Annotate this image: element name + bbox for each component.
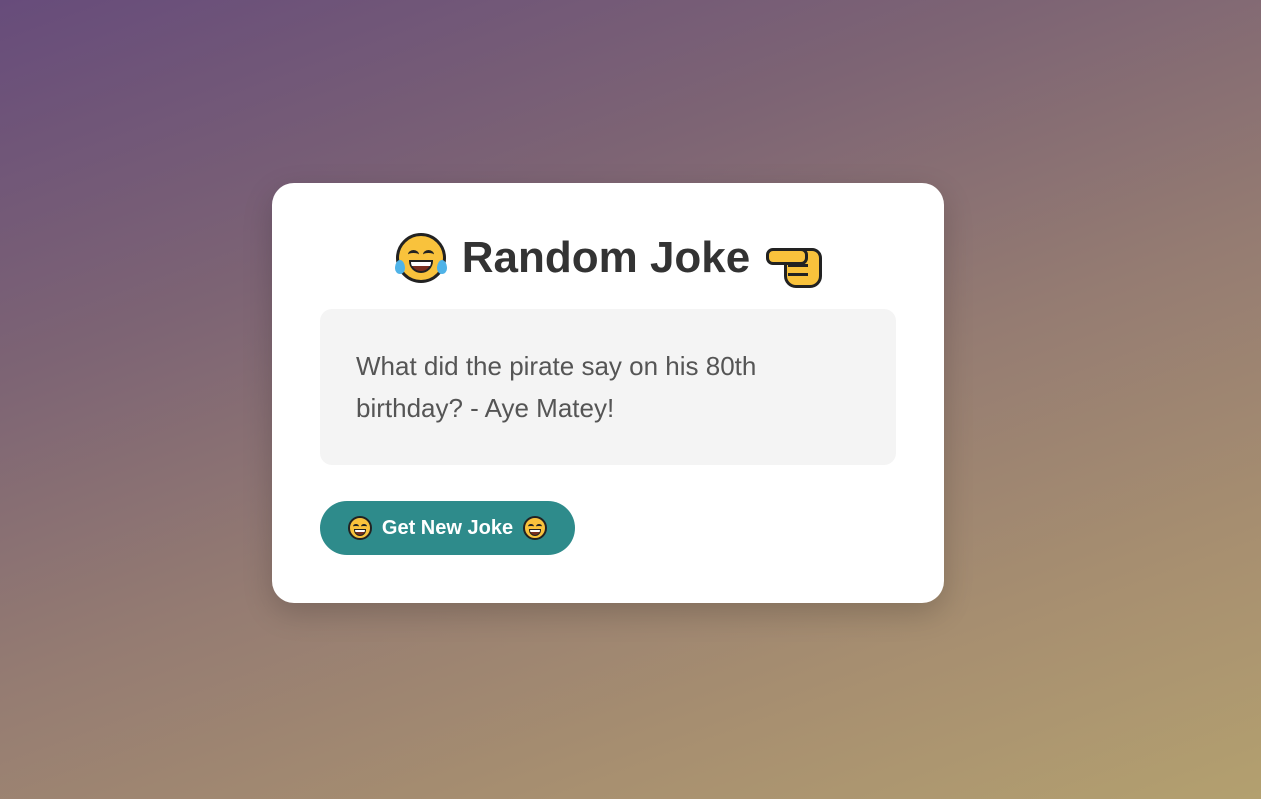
title-text: Random Joke [461,233,751,282]
page-title: Random Joke [272,229,944,288]
laughing-face-icon [347,516,372,540]
laughing-face-icon [523,516,548,540]
button-label: Get New Joke [381,516,514,539]
get-new-joke-button[interactable]: Get New Joke [320,501,575,555]
laughing-face-icon [394,233,447,283]
pointing-hand-icon [766,242,823,288]
joke-display: What did the pirate say on his 80th birt… [320,309,896,465]
joke-text: What did the pirate say on his 80th birt… [356,351,757,423]
joke-card: Random Joke What did the pirate say on h… [272,183,944,603]
